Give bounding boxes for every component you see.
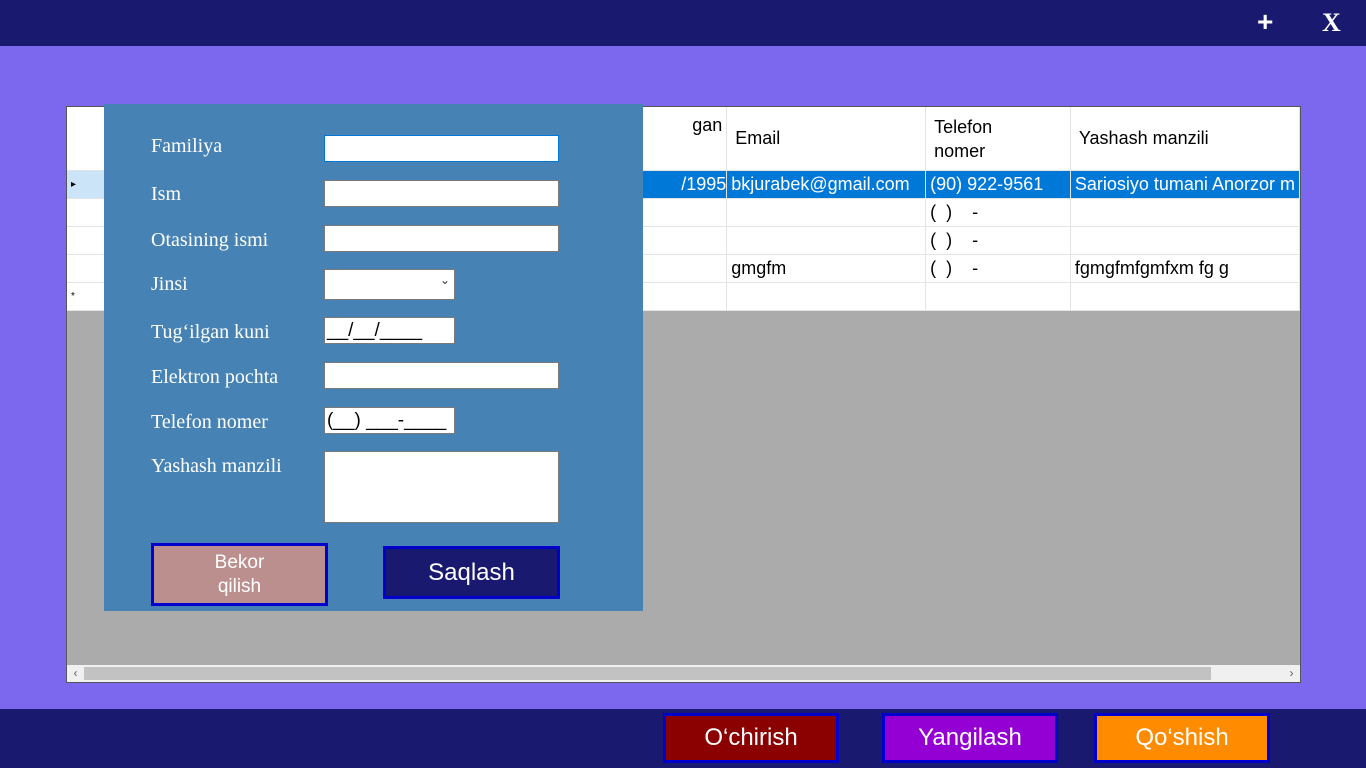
familiya-input[interactable] <box>324 135 559 162</box>
ism-input[interactable] <box>324 180 559 207</box>
table-cell-phone[interactable]: ( ) - <box>925 198 1071 227</box>
refresh-button[interactable]: Yangilash <box>882 713 1058 763</box>
jinsi-label: Jinsi <box>151 273 188 295</box>
column-header-email[interactable]: Email <box>726 107 927 171</box>
ism-label: Ism <box>151 183 181 205</box>
table-cell-address[interactable]: Sariosiyo tumani Anorzor m <box>1070 170 1300 199</box>
student-form-panel: Familiya Ism Otasining ismi Jinsi ⌄ Tug‘… <box>104 104 643 611</box>
tugilgan-kuni-input[interactable]: __/__/____ <box>324 317 455 344</box>
otasining-ismi-label: Otasining ismi <box>151 229 269 251</box>
title-bar: + X <box>0 0 1366 46</box>
table-cell-email[interactable]: bkjurabek@gmail.com <box>726 170 927 199</box>
row-selector[interactable] <box>67 226 108 255</box>
add-window-button[interactable]: + <box>1257 8 1273 36</box>
otasining-ismi-input[interactable] <box>324 225 559 252</box>
table-cell-address[interactable]: fgmgfmfgmfxm fg g <box>1070 254 1300 283</box>
horizontal-scrollbar[interactable]: ‹ › <box>67 665 1300 682</box>
table-cell-email[interactable] <box>726 282 927 311</box>
add-button[interactable]: Qo‘shish <box>1094 713 1270 763</box>
email-field[interactable] <box>324 362 559 389</box>
table-cell-phone[interactable] <box>925 282 1071 311</box>
scrollbar-thumb[interactable] <box>84 667 1211 680</box>
new-row-icon[interactable]: * <box>67 282 108 311</box>
row-header-corner <box>67 107 108 171</box>
column-header-phone[interactable]: Telefon nomer <box>925 107 1071 171</box>
scroll-left-icon[interactable]: ‹ <box>67 665 84 682</box>
telefon-nomer-label: Telefon nomer <box>151 411 268 433</box>
row-selector[interactable] <box>67 198 108 227</box>
scroll-right-icon[interactable]: › <box>1283 665 1300 682</box>
cancel-button[interactable]: Bekor qilish <box>151 543 328 606</box>
close-button[interactable]: X <box>1322 8 1341 38</box>
table-cell-email[interactable] <box>726 226 927 255</box>
save-button[interactable]: Saqlash <box>383 546 560 599</box>
table-cell-address[interactable] <box>1070 226 1300 255</box>
table-cell-phone[interactable]: ( ) - <box>925 254 1071 283</box>
elektron-pochta-label: Elektron pochta <box>151 366 279 388</box>
column-header-address[interactable]: Yashash manzili <box>1070 107 1300 171</box>
yashash-manzili-textarea[interactable] <box>324 451 559 523</box>
table-cell-address[interactable] <box>1070 282 1300 311</box>
yashash-manzili-label: Yashash manzili <box>151 455 282 477</box>
chevron-down-icon[interactable]: ⌄ <box>440 273 450 287</box>
delete-button[interactable]: O‘chirish <box>663 713 839 763</box>
table-cell-address[interactable] <box>1070 198 1300 227</box>
tugilgan-kuni-label: Tug‘ilgan kuni <box>151 321 270 343</box>
familiya-label: Familiya <box>151 135 223 157</box>
table-cell-email[interactable]: gmgfm <box>726 254 927 283</box>
row-selector[interactable] <box>67 254 108 283</box>
table-cell-phone[interactable]: (90) 922-9561 <box>925 170 1071 199</box>
bottom-toolbar: O‘chirish Yangilash Qo‘shish <box>0 709 1366 768</box>
table-cell-email[interactable] <box>726 198 927 227</box>
table-cell-phone[interactable]: ( ) - <box>925 226 1071 255</box>
telefon-input[interactable]: (__) ___-____ <box>324 407 455 434</box>
jinsi-select[interactable]: ⌄ <box>324 269 455 300</box>
row-selector-icon[interactable]: ▸ <box>67 170 108 199</box>
